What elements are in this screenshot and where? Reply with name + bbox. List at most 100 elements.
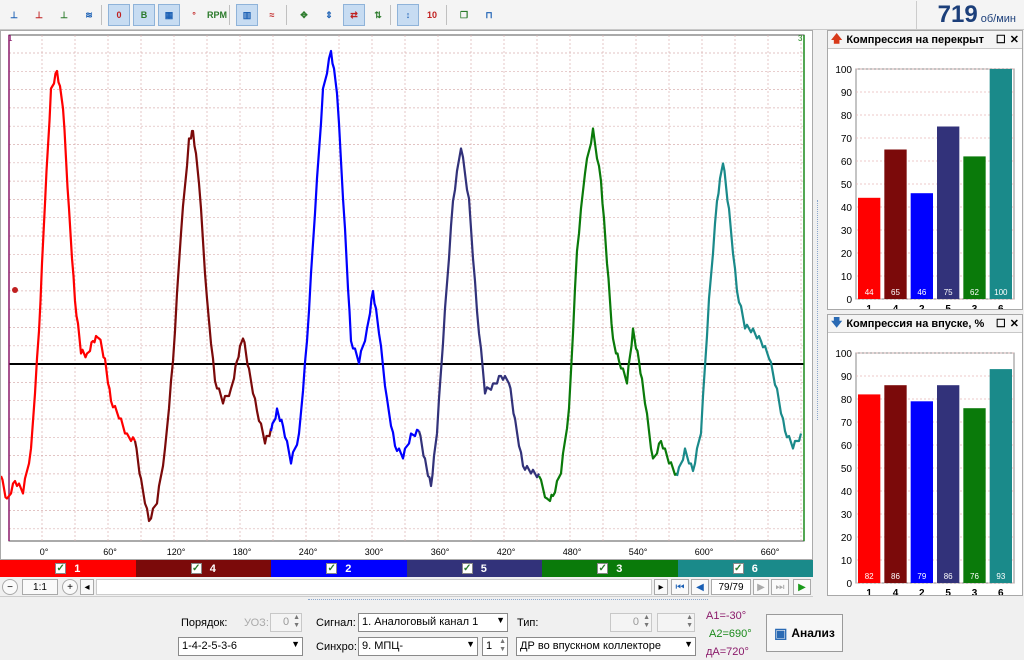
cursor-icon[interactable]: ↕	[397, 4, 419, 26]
flow-icon[interactable]: ⇄	[343, 4, 365, 26]
channel-tab-2[interactable]: ✓ 2	[271, 560, 407, 577]
play-icon[interactable]: ▶	[793, 579, 811, 595]
grid-table-icon[interactable]: ▦	[158, 4, 180, 26]
signal-label: Сигнал:	[316, 617, 356, 629]
bar-value-label: 93	[996, 572, 1005, 581]
cursor-delta: дA=720°	[706, 646, 749, 658]
vertical-arrows-icon[interactable]: ⇕	[318, 4, 340, 26]
bar-5	[937, 385, 960, 583]
y-tick-label: 50	[841, 180, 853, 191]
category-label: 4	[893, 304, 899, 309]
panel-compression-intake: 🡇 Компрессия на впуске, % ☐ ✕ 0 10 20 30 40 50…	[827, 314, 1023, 599]
horizontal-scrollbar[interactable]	[96, 579, 652, 595]
y-tick-label: 70	[841, 134, 853, 145]
x-tick-label: 300°	[365, 547, 384, 557]
bar-5	[937, 126, 960, 299]
multi-chart-icon[interactable]: ⊥	[53, 4, 75, 26]
rpm-gauge-icon[interactable]: RPM	[206, 4, 228, 26]
close-icon[interactable]: ✕	[1010, 33, 1019, 46]
channel-checkbox[interactable]: ✓	[326, 563, 338, 574]
sync-type-select[interactable]: ДР во впускном коллекторе ▼	[516, 637, 696, 656]
order-select[interactable]: 1-4-2-5-3-6 ▼	[178, 637, 303, 656]
y-tick-label: 100	[835, 349, 852, 360]
first-frame-icon[interactable]: ⏮	[671, 579, 689, 595]
zoom-in-icon[interactable]: +	[62, 579, 78, 595]
signal-select[interactable]: 1. Аналоговый канал 1 ▼	[358, 613, 508, 632]
bar-6	[989, 69, 1012, 299]
channel-label: 4	[209, 562, 216, 575]
y-tick-label: 80	[841, 111, 853, 122]
x-tick-label: 540°	[629, 547, 648, 557]
last-frame-icon[interactable]: ⏭	[771, 579, 789, 595]
bar-chart-icon[interactable]: ▥	[236, 4, 258, 26]
uoz-label: УОЗ:	[244, 617, 269, 629]
type-spinner-2[interactable]: ▲ ▼	[657, 613, 695, 632]
zero-level-icon[interactable]: 0	[108, 4, 130, 26]
type-value: 0	[632, 616, 639, 628]
wave-icon[interactable]: ≈	[261, 4, 283, 26]
degrees-icon[interactable]: °	[183, 4, 205, 26]
prev-frame-icon[interactable]: ◀	[691, 579, 709, 595]
move-icon[interactable]: ✥	[293, 4, 315, 26]
sync-channel-spinner[interactable]: 1 ▲ ▼	[482, 637, 508, 656]
close-icon[interactable]: ✕	[1010, 317, 1019, 330]
analyze-button[interactable]: ▣ Анализ	[766, 614, 843, 652]
channel-tab-1[interactable]: ✓ 1	[0, 560, 136, 577]
channel-tab-6[interactable]: ✓ 6	[677, 560, 813, 577]
channel-checkbox[interactable]: ✓	[190, 563, 202, 574]
category-label: 2	[919, 304, 925, 309]
type-spinner[interactable]: 0 ▲ ▼	[610, 613, 652, 632]
scale-icon[interactable]: ⇅	[367, 4, 389, 26]
y-tick-label: 90	[841, 372, 853, 383]
analyze-icon: ▣	[774, 624, 788, 641]
scroll-right-icon[interactable]: ▸	[654, 579, 668, 595]
chevron-down-icon: ▼	[684, 639, 693, 649]
sync-select[interactable]: 9. МПЦ- ▼	[358, 637, 478, 656]
side-splitter-handle[interactable]	[817, 200, 823, 420]
panel-header: 🡅 Компрессия на перекрыт ☐ ✕	[828, 31, 1022, 49]
channels-chart-icon[interactable]: ⊥	[3, 4, 25, 26]
scroll-left-icon[interactable]: ◂	[80, 579, 94, 595]
bold-icon[interactable]: B	[133, 4, 155, 26]
y-tick-label: 90	[841, 88, 853, 99]
rpm-readout: 719 об/мин	[916, 1, 1020, 29]
copy-icon[interactable]: ❐	[453, 4, 475, 26]
uoz-value: 0	[282, 616, 290, 628]
channel-tab-3[interactable]: ✓ 3	[542, 560, 678, 577]
trigger-chart-icon[interactable]: ⊥	[28, 4, 50, 26]
wave-check-icon[interactable]: ≋	[78, 4, 100, 26]
bar-value-label: 62	[970, 288, 979, 297]
next-frame-icon[interactable]: ▶	[753, 579, 769, 595]
zoom-out-icon[interactable]: −	[2, 579, 18, 595]
y-tick-label: 40	[841, 203, 853, 214]
channel-checkbox[interactable]: ✓	[461, 563, 473, 574]
waveform-plot[interactable]: 1 3 0° 60° 120° 180° 240° 300° 360° 420° 480° 540° 6…	[0, 30, 813, 560]
channel-label: 3	[616, 562, 623, 575]
y-tick-label: 40	[841, 487, 853, 498]
maximize-icon[interactable]: ☐	[996, 317, 1006, 330]
category-label: 1	[866, 588, 872, 595]
rpm-value: 719	[937, 1, 978, 28]
chevron-down-icon: ▼	[291, 639, 300, 649]
channel-label: 5	[480, 562, 487, 575]
type-label: Тип:	[517, 617, 539, 629]
waveform-svg[interactable]: 1 3 0° 60° 120° 180° 240° 300° 360° 420° 480° 540° 6…	[1, 31, 812, 559]
channel-tab-4[interactable]: ✓ 4	[135, 560, 271, 577]
channel-checkbox[interactable]: ✓	[732, 563, 744, 574]
panel-compression-overlap: 🡅 Компрессия на перекрыт ☐ ✕ 0 10 20 30 40 50 6…	[827, 30, 1023, 315]
ratio-icon[interactable]: 10	[421, 4, 443, 26]
analyze-label: Анализ	[791, 626, 835, 640]
y-tick-label: 50	[841, 464, 853, 475]
bar-value-label: 82	[865, 572, 874, 581]
category-label: 3	[972, 304, 978, 309]
zoom-level[interactable]: 1:1	[22, 579, 58, 595]
channel-tab-5[interactable]: ✓ 5	[406, 560, 542, 577]
maximize-icon[interactable]: ☐	[996, 33, 1006, 46]
channel-checkbox[interactable]: ✓	[55, 563, 67, 574]
channel-checkbox[interactable]: ✓	[597, 563, 609, 574]
x-tick-label: 120°	[167, 547, 186, 557]
sync-icon[interactable]: ⊓	[478, 4, 500, 26]
y-tick-label: 30	[841, 226, 853, 237]
y-tick-label: 100	[835, 65, 852, 76]
uoz-spinner[interactable]: 0 ▲ ▼	[270, 613, 302, 632]
